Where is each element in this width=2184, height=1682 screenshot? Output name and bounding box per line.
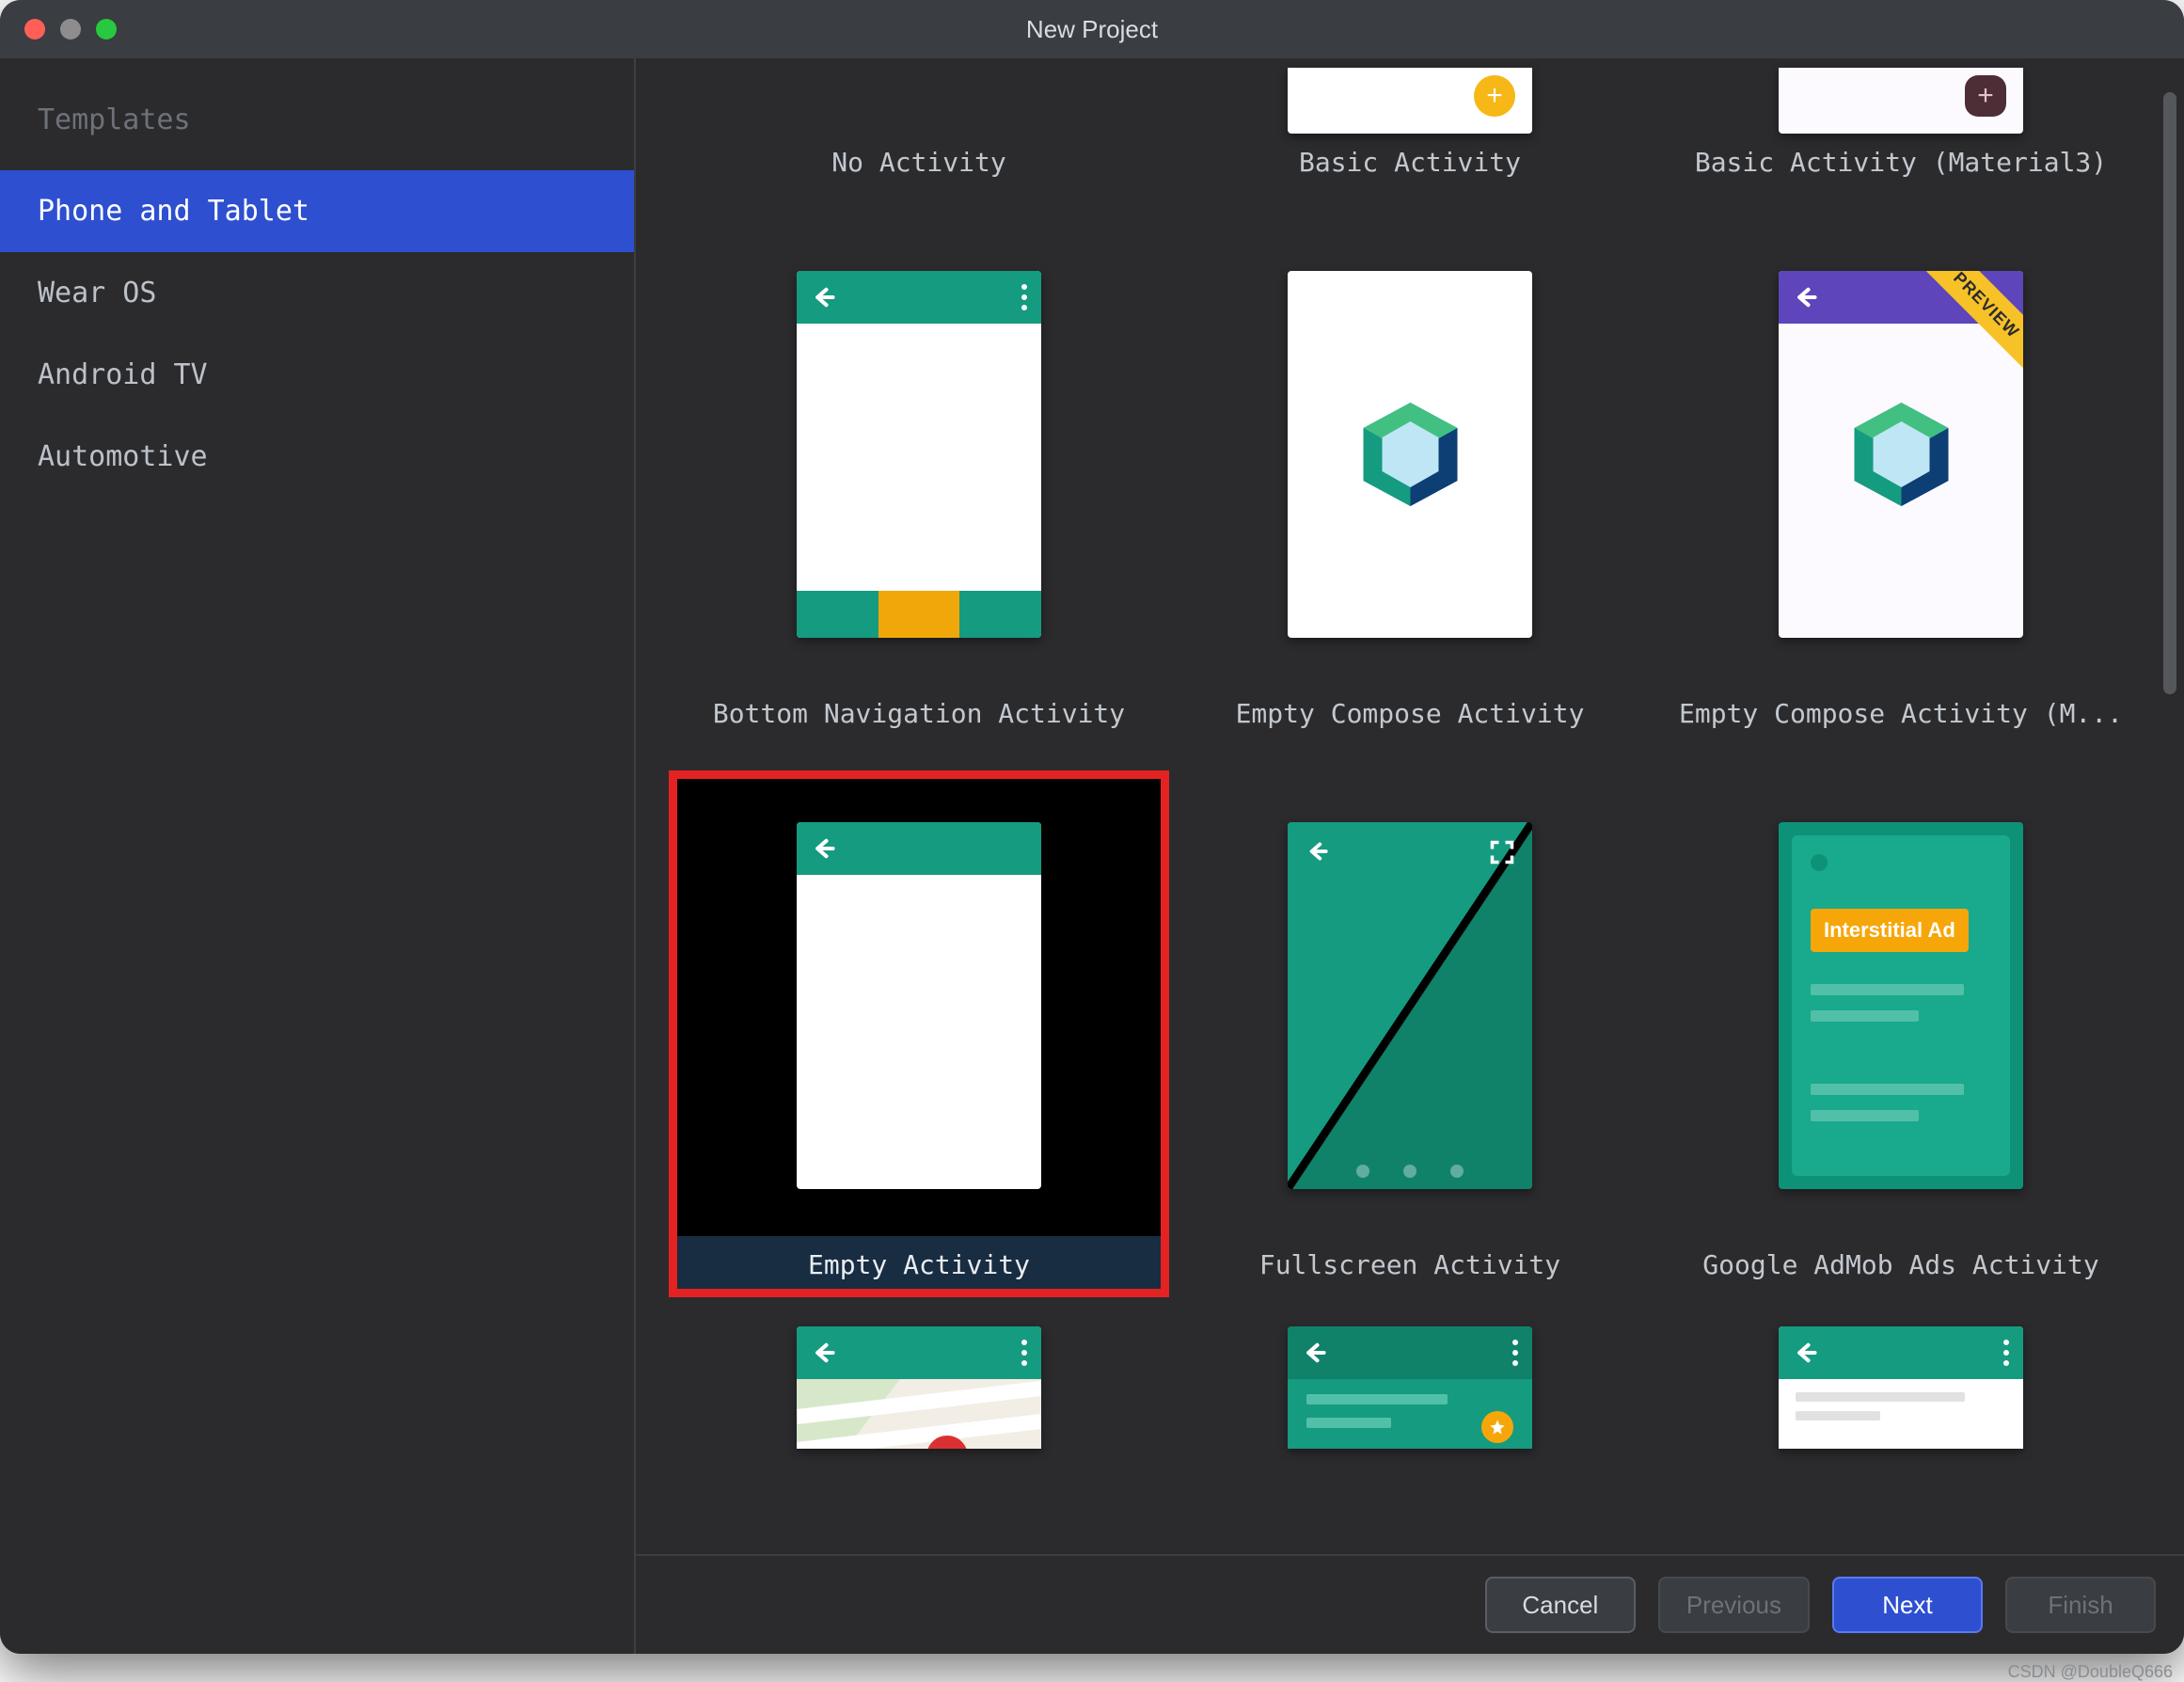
ad-dot-icon — [1811, 854, 1828, 871]
overflow-menu-icon — [1021, 284, 1028, 310]
template-thumbnail: + — [1655, 58, 2146, 134]
finish-button[interactable]: Finish — [2005, 1577, 2156, 1633]
overflow-menu-icon — [2002, 1340, 2010, 1366]
gallery-scrollbar[interactable] — [2161, 58, 2178, 1554]
star-fab-icon — [1481, 1411, 1513, 1443]
title-bar: New Project — [0, 0, 2184, 58]
template-thumbnail — [673, 1326, 1164, 1449]
thumb-appbar — [1288, 1326, 1532, 1379]
back-arrow-icon — [810, 835, 836, 862]
traffic-lights — [24, 19, 117, 40]
sidebar-item-wear-os[interactable]: Wear OS — [0, 252, 634, 334]
sidebar-item-automotive[interactable]: Automotive — [0, 416, 634, 498]
sidebar-item-android-tv[interactable]: Android TV — [0, 334, 634, 416]
template-thumbnail — [673, 775, 1164, 1236]
template-label: Basic Activity (Material3) — [1655, 134, 2146, 190]
sidebar-item-label: Phone and Tablet — [38, 195, 309, 228]
template-card-detail[interactable] — [1655, 1326, 2146, 1449]
next-button[interactable]: Next — [1832, 1577, 1983, 1633]
template-label: Basic Activity — [1164, 134, 1655, 190]
template-label: Empty Compose Activity (M... — [1655, 685, 2146, 741]
template-gallery[interactable]: No Activity + Basic Activity — [636, 58, 2184, 1554]
back-arrow-icon — [1301, 1340, 1327, 1366]
template-card-empty-compose[interactable]: Empty Compose Activity — [1164, 224, 1655, 741]
zoom-window-icon[interactable] — [96, 19, 117, 40]
template-card-basic-activity[interactable]: + Basic Activity — [1164, 58, 1655, 190]
overflow-menu-icon — [1511, 1340, 1519, 1366]
template-label: Google AdMob Ads Activity — [1655, 1236, 2146, 1293]
template-label: Empty Activity — [673, 1236, 1164, 1293]
map-preview-icon — [797, 1379, 1041, 1449]
template-card-fullscreen-activity[interactable]: Fullscreen Activity — [1164, 775, 1655, 1293]
template-thumbnail: + — [1164, 58, 1655, 134]
sidebar-header: Templates — [0, 103, 634, 170]
template-card-admob-ads[interactable]: Interstitial Ad Google AdMob Ads Activit… — [1655, 775, 2146, 1293]
template-thumbnail — [1164, 1326, 1655, 1449]
template-label: Empty Compose Activity — [1164, 685, 1655, 741]
watermark: CSDN @DoubleQ666 — [2008, 1662, 2173, 1682]
template-thumbnail — [673, 58, 1164, 134]
overflow-menu-icon — [1021, 1340, 1028, 1366]
ad-badge: Interstitial Ad — [1811, 909, 1969, 952]
template-thumbnail: PREVIEW — [1655, 224, 2146, 685]
previous-button[interactable]: Previous — [1658, 1577, 1810, 1633]
thumb-appbar — [797, 822, 1041, 875]
back-arrow-icon — [1305, 839, 1329, 864]
sidebar-item-phone-and-tablet[interactable]: Phone and Tablet — [0, 170, 634, 252]
sidebar-item-label: Wear OS — [38, 277, 156, 309]
template-card-no-activity[interactable]: No Activity — [673, 58, 1164, 190]
template-card-login[interactable] — [1164, 1326, 1655, 1449]
template-card-empty-activity[interactable]: Empty Activity — [673, 775, 1164, 1293]
thumb-appbar — [797, 271, 1041, 324]
fullscreen-icon — [1489, 839, 1515, 865]
close-window-icon[interactable] — [24, 19, 45, 40]
back-arrow-icon — [810, 1340, 836, 1366]
template-gallery-panel: No Activity + Basic Activity — [636, 58, 2184, 1654]
scrollbar-thumb[interactable] — [2163, 92, 2176, 694]
back-arrow-icon — [1792, 1340, 1818, 1366]
compose-logo-icon — [1361, 403, 1460, 506]
template-label: Bottom Navigation Activity — [673, 685, 1164, 741]
template-thumbnail — [1164, 224, 1655, 685]
template-card-maps[interactable] — [673, 1326, 1164, 1449]
back-arrow-icon — [1792, 284, 1818, 310]
fab-plus-icon: + — [1965, 75, 2006, 117]
template-card-empty-compose-m3[interactable]: PREVIEW Empty Compose Activity — [1655, 224, 2146, 741]
template-card-bottom-navigation[interactable]: Bottom Navigation Activity — [673, 224, 1164, 741]
dialog-window: New Project Templates Phone and Tablet W… — [0, 0, 2184, 1654]
sidebar-item-label: Android TV — [38, 358, 208, 391]
template-grid: No Activity + Basic Activity — [673, 58, 2146, 1449]
compose-logo-icon — [1852, 403, 1951, 506]
nav-dots-icon — [1288, 1165, 1532, 1178]
window-title: New Project — [0, 15, 2184, 44]
cancel-button[interactable]: Cancel — [1485, 1577, 1636, 1633]
minimize-window-icon[interactable] — [60, 19, 81, 40]
thumb-appbar — [1779, 1326, 2023, 1379]
template-label: No Activity — [673, 134, 1164, 190]
thumb-bottom-nav — [797, 591, 1041, 638]
sidebar-item-label: Automotive — [38, 440, 208, 473]
template-card-basic-activity-m3[interactable]: + Basic Activity (Material3) — [1655, 58, 2146, 190]
thumb-appbar — [797, 1326, 1041, 1379]
template-thumbnail — [1164, 775, 1655, 1236]
templates-sidebar: Templates Phone and Tablet Wear OS Andro… — [0, 58, 636, 1654]
template-thumbnail: Interstitial Ad — [1655, 775, 2146, 1236]
template-thumbnail — [1655, 1326, 2146, 1449]
template-thumbnail — [673, 224, 1164, 685]
template-label: Fullscreen Activity — [1164, 1236, 1655, 1293]
dialog-body: Templates Phone and Tablet Wear OS Andro… — [0, 58, 2184, 1654]
back-arrow-icon — [810, 284, 836, 310]
fab-plus-icon: + — [1474, 75, 1515, 117]
dialog-footer: Cancel Previous Next Finish — [636, 1554, 2184, 1654]
